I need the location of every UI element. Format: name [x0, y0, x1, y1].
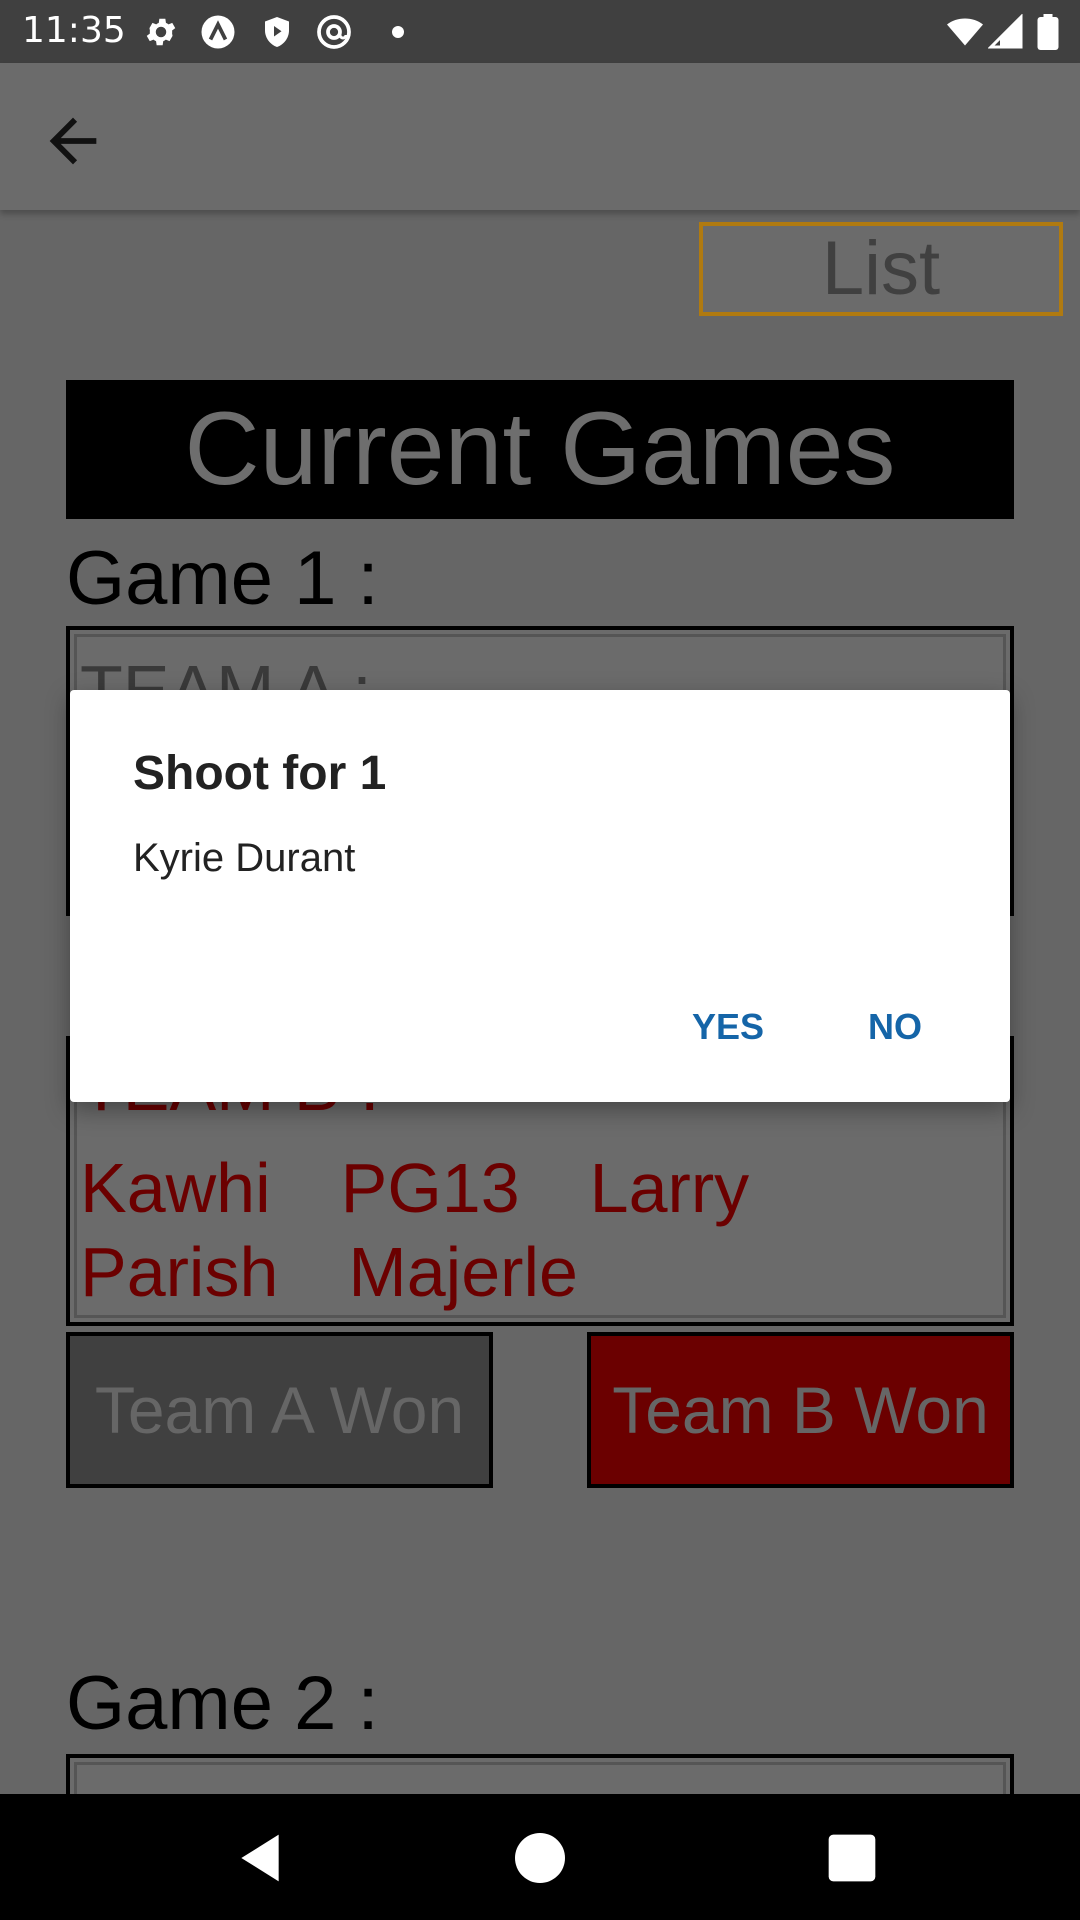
recents-square-icon[interactable] — [824, 1830, 880, 1886]
list-button[interactable]: List — [699, 222, 1063, 316]
player-name: Larry — [589, 1149, 750, 1227]
arrow-back-icon[interactable] — [38, 106, 108, 176]
at-sign-icon — [317, 15, 351, 49]
player-name: Parish — [80, 1233, 279, 1311]
shoot-dialog: Shoot for 1 Kyrie Durant YES NO — [70, 690, 1010, 1102]
player-name: Majerle — [348, 1233, 578, 1311]
no-button[interactable]: NO — [868, 1006, 922, 1048]
player-name: PG13 — [340, 1149, 520, 1227]
shield-play-icon — [265, 17, 289, 47]
wifi-icon — [947, 18, 983, 46]
signal-icon — [988, 14, 1023, 49]
back-triangle-icon[interactable] — [232, 1830, 288, 1886]
yes-button[interactable]: YES — [692, 1006, 764, 1048]
team-b-players-row-2: Parish Majerle — [80, 1232, 648, 1312]
settings-icon — [146, 18, 176, 46]
page-title: Current Games — [66, 380, 1014, 519]
player-name: Kawhi — [80, 1149, 271, 1227]
navigation-bar — [0, 1794, 1080, 1920]
game-2-label: Game 2 : — [66, 1661, 379, 1746]
team-a-won-button[interactable]: Team A Won — [66, 1332, 493, 1488]
home-circle-icon[interactable] — [510, 1828, 570, 1888]
game-1-label: Game 1 : — [66, 536, 379, 621]
dot-icon — [392, 26, 404, 38]
dialog-message: Kyrie Durant — [133, 836, 356, 880]
team-b-won-button[interactable]: Team B Won — [587, 1332, 1014, 1488]
arrow-a-icon — [201, 15, 235, 49]
battery-icon — [1037, 14, 1059, 50]
status-bar: 11:35 — [0, 0, 1080, 63]
dialog-title: Shoot for 1 — [133, 747, 387, 800]
team-b-players-row-1: Kawhi PG13 Larry — [80, 1148, 819, 1228]
app-bar — [0, 63, 1080, 210]
status-time: 11:35 — [22, 10, 126, 51]
